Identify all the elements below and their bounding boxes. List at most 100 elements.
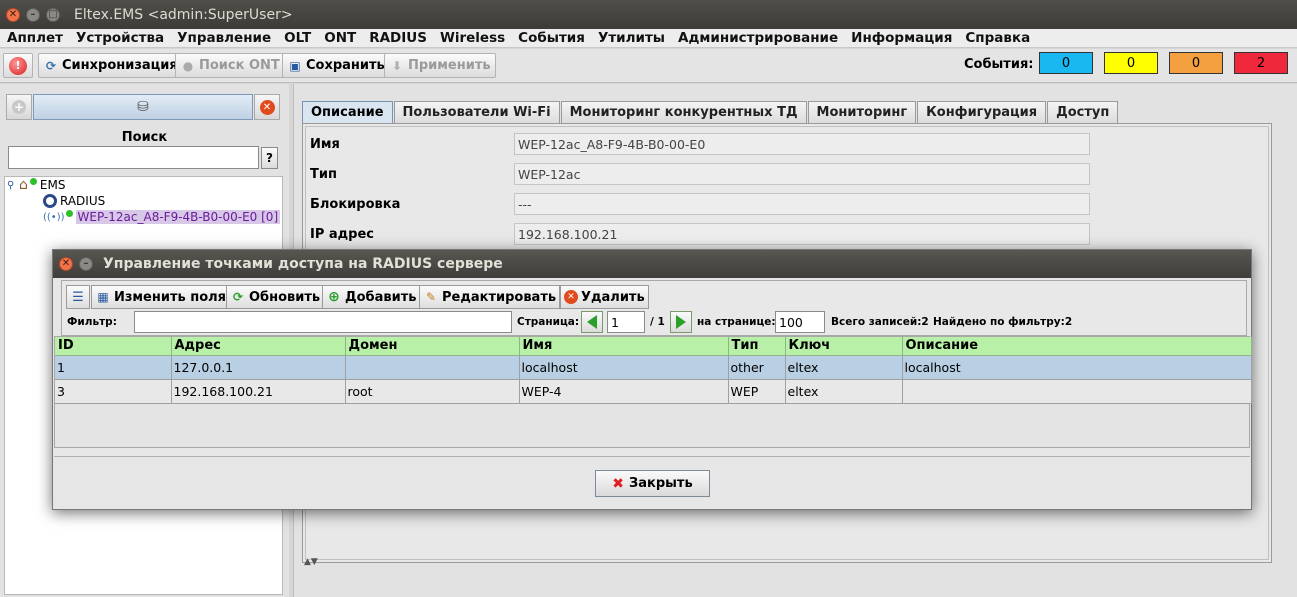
menu-administration[interactable]: Администрирование [671,30,844,46]
menu-radius[interactable]: RADIUS [362,30,433,46]
filter-label: Фильтр: [67,316,117,328]
add-node-button[interactable]: + [6,94,32,120]
column-header-domain[interactable]: Домен [345,337,520,356]
wifi-ap-icon: ((•)) [43,211,65,223]
arrow-down-icon: ⬇ [391,58,403,73]
menu-events[interactable]: События [511,30,591,46]
menu-applet[interactable]: Апплет [0,30,69,46]
tree-node-ems[interactable]: ⚲ ⌂ EMS [7,177,65,193]
close-icon: ✖ [612,475,625,492]
alarm-icon: ! [9,56,27,75]
field-value: WEP-12ac_A8-F9-4B-B0-00-E0 [514,133,1090,155]
tab-configuration[interactable]: Конфигурация [917,101,1047,123]
table-cell: eltex [785,379,903,404]
menu-ont[interactable]: ONT [317,30,362,46]
menu-management[interactable]: Управление [170,30,277,46]
column-header-type[interactable]: Тип [728,337,786,356]
table-cell: 1 [55,355,172,380]
table-row[interactable]: 3 192.168.100.21 root WEP-4 WEP eltex [55,379,1252,404]
column-header-name[interactable]: Имя [519,337,729,356]
database-icon: ⛁ [137,99,149,115]
events-critical-counter[interactable]: 2 [1234,52,1288,74]
search-help-button[interactable]: ? [261,147,278,169]
columns-button[interactable]: ☰ [66,285,90,309]
delete-label: Удалить [581,289,645,305]
table-cell: 192.168.100.21 [171,379,346,404]
add-label: Добавить [345,289,417,305]
sync-icon: ⟳ [45,58,57,73]
events-major-counter[interactable]: 0 [1169,52,1223,74]
events-warning-counter[interactable]: 0 [1104,52,1158,74]
main-toolbar: ! ⟳ Синхронизация ● Поиск ONT ▣ Сохранит… [0,49,1297,83]
database-button[interactable]: ⛁ [33,94,253,120]
edit-button[interactable]: ✎ Редактировать [419,285,561,309]
dialog-minimize-icon[interactable]: – [79,257,93,271]
table-cell: 3 [55,379,172,404]
expand-toggle-icon[interactable]: ⚲ [7,180,19,191]
edit-fields-button[interactable]: ▦ Изменить поля [91,285,231,309]
table-cell: localhost [519,355,729,380]
tab-access[interactable]: Доступ [1047,101,1119,123]
menu-utilities[interactable]: Утилиты [591,30,671,46]
per-page-input[interactable]: 100 [775,311,825,333]
refresh-icon: ⟳ [232,290,244,304]
field-lock-row: Блокировка --- [308,189,1266,219]
sync-button[interactable]: ⟳ Синхронизация [38,53,183,78]
delete-button[interactable]: ✕ Удалить [560,285,649,309]
alarm-button[interactable]: ! [3,53,33,78]
search-label: Поиск [121,130,168,145]
menu-devices[interactable]: Устройства [69,30,170,46]
field-ip-row: IP адрес 192.168.100.21 [308,219,1266,249]
add-button[interactable]: ⊕ Добавить [322,285,421,309]
menu-wireless[interactable]: Wireless [433,30,511,46]
home-icon: ⌂ [19,177,28,193]
edit-fields-label: Изменить поля [114,289,227,305]
events-info-counter[interactable]: 0 [1039,52,1093,74]
column-header-description[interactable]: Описание [902,337,1252,356]
menu-olt[interactable]: OLT [277,30,317,46]
tab-monitoring[interactable]: Мониторинг [807,101,917,123]
arrow-left-icon [587,315,597,329]
tab-wifi-users[interactable]: Пользователи Wi-Fi [393,101,560,123]
page-input[interactable]: 1 [607,311,645,333]
close-window-button[interactable]: ✕ [6,7,20,22]
next-page-button[interactable] [670,311,692,333]
sync-label: Синхронизация [62,58,178,73]
refresh-label: Обновить [249,289,321,305]
field-value: WEP-12ac [514,163,1090,185]
tab-competitor-ap-monitoring[interactable]: Мониторинг конкурентных ТД [560,101,807,123]
horizontal-scrollbar[interactable]: ▲▼ [302,557,1272,570]
dialog-title: Управление точками доступа на RADIUS сер… [103,256,503,272]
save-button[interactable]: ▣ Сохранить [282,53,390,78]
minimize-window-button[interactable]: – [26,7,40,22]
remove-node-button[interactable]: ✕ [254,94,280,120]
search-ont-button[interactable]: ● Поиск ONT [175,53,285,78]
status-ok-icon [65,210,73,217]
table-row[interactable]: 1 127.0.0.1 localhost other eltex localh… [55,355,1252,380]
close-button[interactable]: ✖ Закрыть [595,470,710,497]
apply-button[interactable]: ⬇ Применить [384,53,496,78]
window-title: Eltex.EMS <admin:SuperUser> [74,6,293,23]
filter-input[interactable] [134,311,512,333]
menu-information[interactable]: Информация [844,30,958,46]
tree-node-radius[interactable]: RADIUS [43,193,105,209]
table-cell: other [728,355,786,380]
column-header-key[interactable]: Ключ [785,337,903,356]
field-type-row: Тип WEP-12ac [308,159,1266,189]
maximize-window-button[interactable]: □ [46,7,60,22]
column-header-id[interactable]: ID [55,337,172,356]
field-value: 192.168.100.21 [514,223,1090,245]
page-label: Страница: [517,316,580,328]
edit-label: Редактировать [442,289,557,305]
prev-page-button[interactable] [581,311,603,333]
dialog-close-icon[interactable]: ✕ [59,257,73,271]
refresh-button[interactable]: ⟳ Обновить [226,285,325,309]
menu-help[interactable]: Справка [958,30,1036,46]
search-input[interactable] [8,146,259,169]
scroll-arrows-icon[interactable]: ▲▼ [304,557,318,567]
tab-description[interactable]: Описание [302,101,393,123]
column-header-address[interactable]: Адрес [171,337,346,356]
tab-bar: Описание Пользователи Wi-Fi Мониторинг к… [302,101,1119,123]
tree-node-device[interactable]: ((•)) WEP-12ac_A8-F9-4B-B0-00-E0 [0] [43,209,281,225]
close-label: Закрыть [629,476,693,491]
